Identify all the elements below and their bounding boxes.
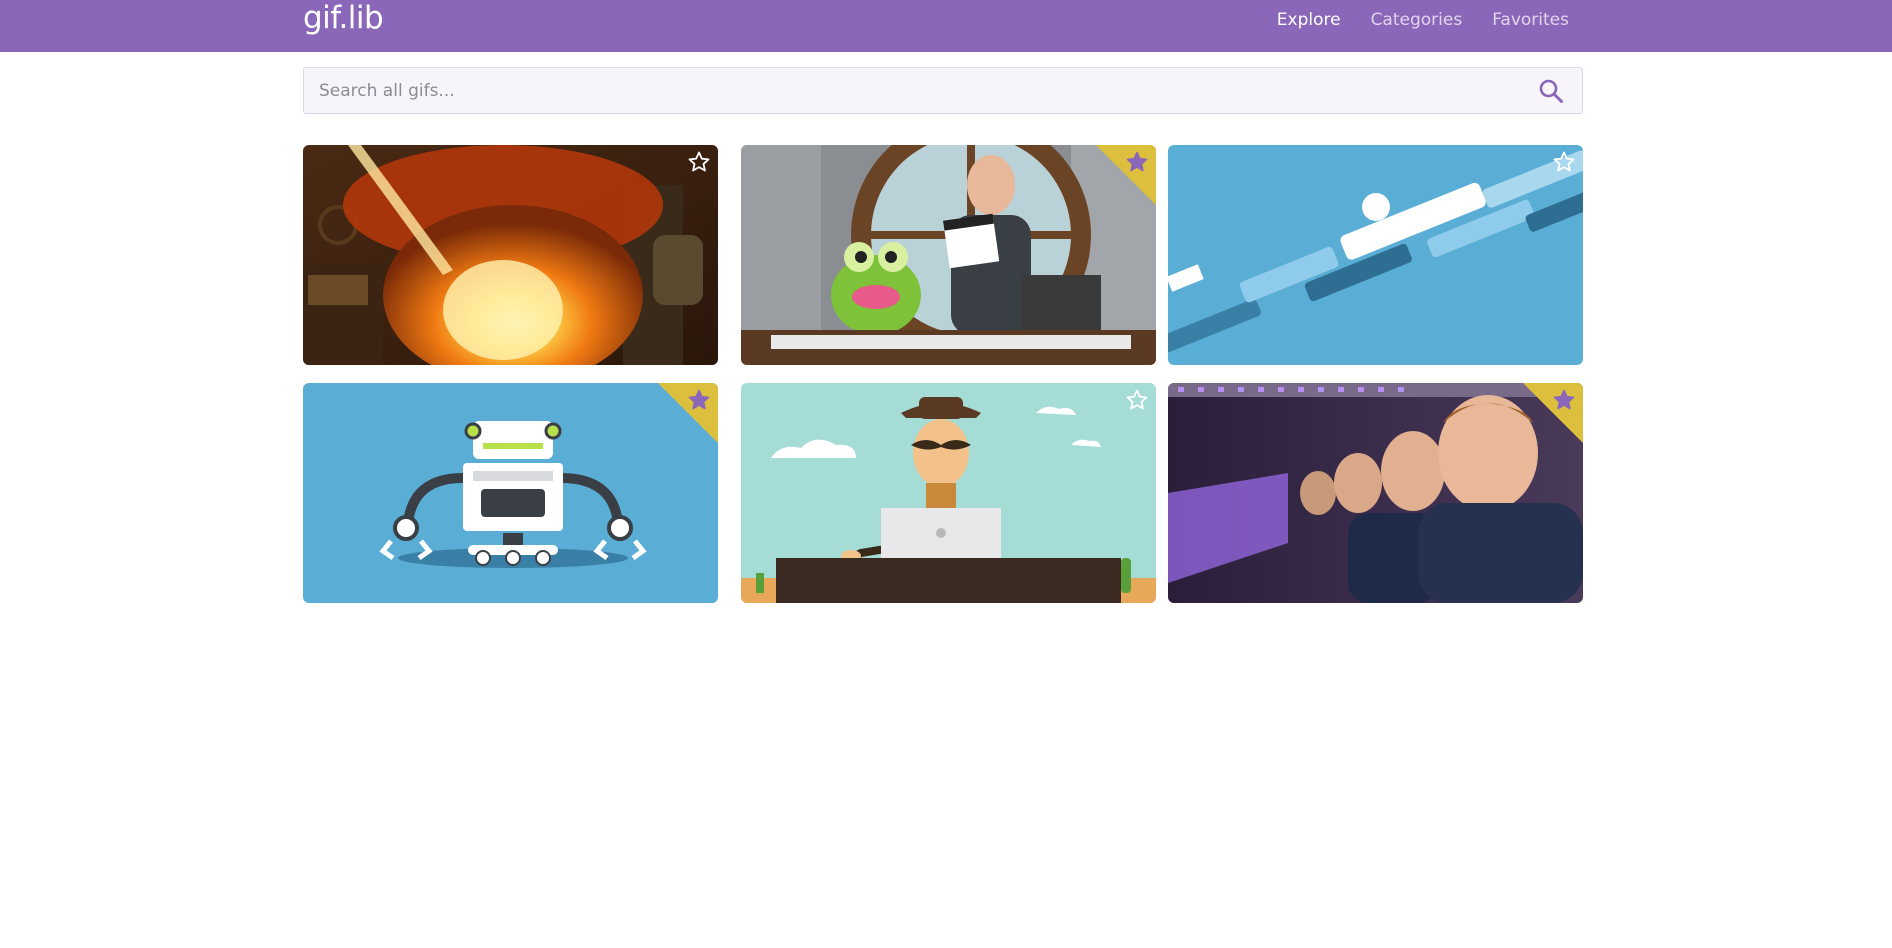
favorite-star-icon[interactable] [687,388,711,412]
brand-logo[interactable]: gif.lib [303,0,384,38]
gif-card[interactable] [1168,145,1583,365]
gif-card[interactable] [741,383,1156,603]
gif-image [1168,145,1583,365]
favorite-star-icon[interactable] [687,150,711,174]
nav-favorites[interactable]: Favorites [1492,10,1569,30]
search-bar [303,67,1583,114]
search-icon[interactable] [1538,78,1564,104]
nav-explore[interactable]: Explore [1277,10,1341,30]
gif-card[interactable] [303,145,718,365]
gif-card[interactable] [303,383,718,603]
nav-links: Explore Categories Favorites [1247,0,1569,40]
favorite-star-icon[interactable] [1552,150,1576,174]
gif-image [741,145,1156,365]
gif-card[interactable] [1168,383,1583,603]
navbar: gif.lib Explore Categories Favorites [0,0,1892,52]
favorite-star-icon[interactable] [1125,150,1149,174]
favorite-star-icon[interactable] [1552,388,1576,412]
gif-image [741,383,1156,603]
gif-image [303,383,718,603]
nav-categories[interactable]: Categories [1371,10,1463,30]
gif-image [1168,383,1583,603]
gif-card[interactable] [741,145,1156,365]
favorite-star-icon[interactable] [1125,388,1149,412]
gif-image [303,145,718,365]
search-input[interactable] [304,68,1519,113]
